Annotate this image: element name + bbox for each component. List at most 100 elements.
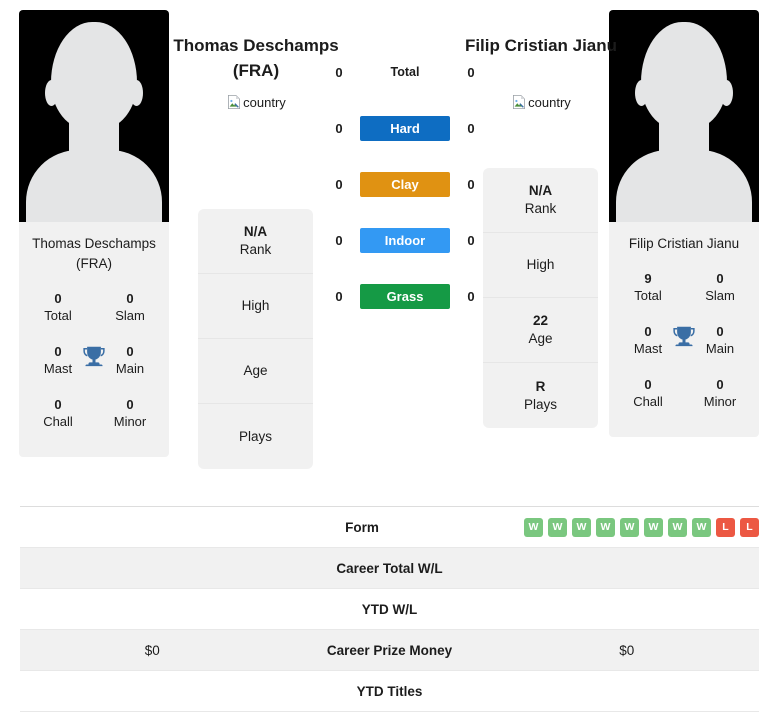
form-badge-win[interactable]: W [596,517,615,537]
trophy-minor-value-right: 0 [716,377,724,392]
table-row-form: Form WWWWWWWWLL [20,507,759,548]
trophy-slam-label-right: Slam [705,288,735,303]
surface-indoor-value-right: 0 [467,233,475,248]
player-photo-right [609,10,759,222]
avatar-ear-left-icon [45,80,58,106]
trophy-slam-value-left: 0 [126,291,134,306]
player-card-right[interactable]: Filip Cristian Jianu 9 Total 0 Slam 0 Ma… [609,10,759,437]
trophy-icon [673,326,695,347]
trophy-minor-label-right: Minor [703,394,737,409]
info-rank-label-left: Rank [239,242,272,257]
trophy-chall-label-left: Chall [43,414,73,429]
info-age-label-left: Age [243,363,268,378]
trophy-slam-label-left: Slam [115,308,145,323]
info-age-right: 22 Age [483,298,598,363]
info-age-label-right: Age [528,331,553,346]
trophy-grid-right: 9 Total 0 Slam 0 Mast 0 Main 0 Chall 0 M… [609,270,759,410]
broken-image-icon [228,95,241,109]
avatar-body-icon [616,150,752,222]
info-plays-value-right: R [535,378,546,394]
surface-label-indoor[interactable]: Indoor [360,228,450,253]
surface-row-indoor: 0 Indoor 0 [330,228,480,253]
surface-clay-value-right: 0 [467,177,475,192]
player-card-name-left: Thomas Deschamps (FRA) [32,236,156,271]
surface-row-clay: 0 Clay 0 [330,172,480,197]
trophy-minor-left: 0 Minor [101,396,159,430]
country-alt-text-left: country [243,95,286,110]
trophy-main-value-right: 0 [716,324,724,339]
trophy-chall-value-left: 0 [54,397,62,412]
info-rank-right: N/A Rank [483,168,598,233]
player-card-name-right: Filip Cristian Jianu [628,236,740,251]
avatar-ear-left-icon [635,80,648,106]
trophy-chall-value-right: 0 [644,377,652,392]
surface-row-total: 0 Total 0 [330,60,480,85]
trophy-slam-left: 0 Slam [101,290,159,324]
trophy-icon [83,346,105,367]
info-rank-value-left: N/A [243,224,268,239]
surface-label-hard[interactable]: Hard [360,116,450,141]
trophy-chall-right: 0 Chall [619,376,677,410]
form-badge-loss[interactable]: L [740,517,759,537]
trophy-main-left: 0 Main [101,343,159,377]
trophy-chall-left: 0 Chall [29,396,87,430]
info-rank-label-right: Rank [524,201,557,216]
ytd-titles-label: YTD Titles [356,683,423,699]
trophy-main-right: 0 Main [691,323,749,357]
form-badge-win[interactable]: W [692,517,711,537]
broken-image-icon [513,95,526,109]
info-high-right: High [483,233,598,298]
surface-label-grass[interactable]: Grass [360,284,450,309]
comparison-stats-table: Form WWWWWWWWLL Career Total W/L YTD W/L… [20,506,759,712]
trophy-minor-value-left: 0 [126,397,134,412]
info-plays-label-left: Plays [238,428,272,444]
form-badge-win[interactable]: W [644,517,663,537]
trophy-minor-right: 0 Minor [691,376,749,410]
trophy-chall-label-right: Chall [633,394,663,409]
table-row-career-prize-money: $0 Career Prize Money $0 [20,630,759,671]
surface-total-value-left: 0 [335,65,343,80]
trophy-main-label-right: Main [705,341,735,356]
trophy-total-right: 9 Total [619,270,677,304]
comparison-header: Thomas Deschamps (FRA) 0 Total 0 Slam 0 [0,0,779,500]
form-badge-win[interactable]: W [548,517,567,537]
surface-indoor-value-left: 0 [335,233,343,248]
trophy-slam-right: 0 Slam [691,270,749,304]
career-prize-money-left: $0 [144,642,160,658]
form-badge-win[interactable]: W [620,517,639,537]
table-row-career-total-wl: Career Total W/L [20,548,759,589]
form-badge-win[interactable]: W [524,517,543,537]
info-age-left: Age [198,339,313,404]
player-card-left[interactable]: Thomas Deschamps (FRA) 0 Total 0 Slam 0 [19,10,169,457]
trophy-minor-label-left: Minor [113,414,147,429]
surface-hard-value-right: 0 [467,121,475,136]
surface-grass-value-right: 0 [467,289,475,304]
trophy-row-chall-minor-right: 0 Chall 0 Minor [615,376,753,410]
trophy-slam-value-right: 0 [716,271,724,286]
trophy-total-value-right: 9 [644,271,652,286]
info-age-value-right: 22 [532,313,549,328]
surface-row-grass: 0 Grass 0 [330,284,480,309]
info-rank-left: N/A Rank [198,209,313,274]
trophy-row-total-slam-left: 0 Total 0 Slam [25,290,163,324]
avatar-ear-right-icon [130,80,143,106]
info-plays-left: Plays [198,404,313,469]
form-badge-loss[interactable]: L [716,517,735,537]
trophy-total-left: 0 Total [29,290,87,324]
info-plays-label-right: Plays [523,396,557,412]
header-player-name-left: Thomas Deschamps (FRA) [173,36,339,80]
form-badge-win[interactable]: W [668,517,687,537]
info-high-label-left: High [241,298,270,313]
career-total-wl-label: Career Total W/L [336,560,443,576]
info-high-label-right: High [526,257,555,272]
surface-label-clay[interactable]: Clay [360,172,450,197]
trophy-total-label-right: Total [634,288,662,303]
player-info-column-left: N/A Rank High Age Plays [198,209,313,469]
info-rank-value-right: N/A [528,183,553,198]
surface-total-value-right: 0 [467,65,475,80]
avatar-body-icon [26,150,162,222]
form-badges-right: WWWWWWWWLL [467,517,759,537]
info-plays-right: R Plays [483,363,598,428]
form-badge-win[interactable]: W [572,517,591,537]
surface-hard-value-left: 0 [335,121,343,136]
